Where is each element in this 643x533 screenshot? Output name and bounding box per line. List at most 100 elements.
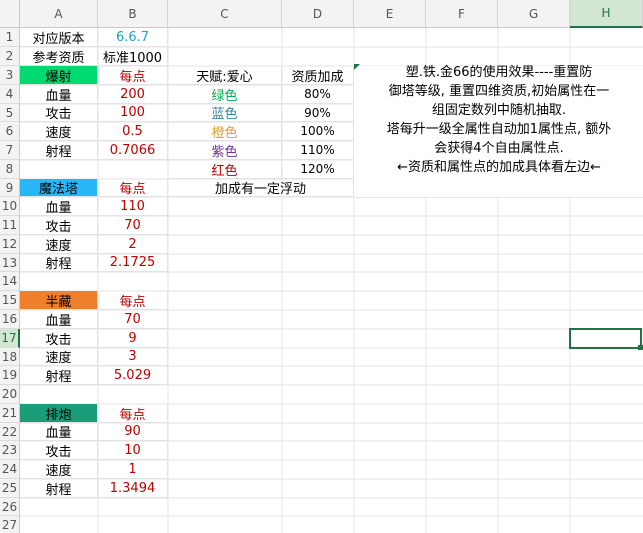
cell-stat-label[interactable]: 攻击 xyxy=(20,104,98,122)
cell-stat-label[interactable]: 射程 xyxy=(20,254,98,272)
cell-per-point[interactable]: 每点 xyxy=(98,179,168,197)
row-header[interactable]: 5 xyxy=(0,104,20,122)
cell-per-point[interactable]: 每点 xyxy=(98,291,168,310)
row-header[interactable]: 22 xyxy=(0,423,20,441)
row-header[interactable]: 26 xyxy=(0,498,20,516)
cell-per-point[interactable]: 每点 xyxy=(98,404,168,423)
cell-float-note[interactable]: 加成有一定浮动 xyxy=(168,179,354,197)
cell-version-value[interactable]: 6.6.7 xyxy=(98,28,168,47)
row-header[interactable]: 3 xyxy=(0,66,20,85)
cell-stat-label[interactable]: 血量 xyxy=(20,423,98,441)
cell-tower-name[interactable]: 半藏 xyxy=(20,291,98,310)
cell-stat-label[interactable]: 攻击 xyxy=(20,441,98,460)
row-header[interactable]: 7 xyxy=(0,141,20,160)
fill-handle[interactable] xyxy=(638,345,643,350)
column-header-c[interactable]: C xyxy=(168,0,282,28)
row-header[interactable]: 27 xyxy=(0,516,20,533)
row-header[interactable]: 19 xyxy=(0,366,20,385)
note-line: ←资质和属性点的加成具体看左边← xyxy=(397,160,601,175)
cell-tower-name[interactable]: 排炮 xyxy=(20,404,98,423)
cell-grade-purple[interactable]: 紫色 xyxy=(168,141,282,160)
cell-grade-red[interactable]: 红色 xyxy=(168,160,282,179)
column-header-e[interactable]: E xyxy=(354,0,426,28)
cell-grade-bonus[interactable]: 100% xyxy=(282,122,354,141)
column-header-g[interactable]: G xyxy=(498,0,570,28)
row-header[interactable]: 15 xyxy=(0,291,20,310)
cell-stat-label[interactable]: 速度 xyxy=(20,235,98,254)
cell-bonus-header[interactable]: 资质加成 xyxy=(282,66,354,85)
cell-stat-label[interactable]: 攻击 xyxy=(20,216,98,235)
cell-stat-value[interactable]: 110 xyxy=(98,197,168,216)
active-cell-selection[interactable] xyxy=(569,328,642,349)
column-header-b[interactable]: B xyxy=(98,0,168,28)
row-header[interactable]: 24 xyxy=(0,460,20,479)
cell-stat-value[interactable]: 3 xyxy=(98,348,168,366)
cell-stat-value[interactable]: 9 xyxy=(98,329,168,348)
row-header[interactable]: 2 xyxy=(0,47,20,66)
note-line: 御塔等级, 重置四维资质,初始属性在一 xyxy=(388,84,610,99)
cell-stat-value[interactable]: 2 xyxy=(98,235,168,254)
note-line: 塔每升一级全属性自动加1属性点, 额外 xyxy=(386,122,612,137)
cell-stat-label[interactable]: 血量 xyxy=(20,197,98,216)
cell-talent-header[interactable]: 天赋:爱心 xyxy=(168,66,282,85)
cell-stat-value[interactable]: 70 xyxy=(98,310,168,329)
cell-stat-value[interactable]: 70 xyxy=(98,216,168,235)
column-header-f[interactable]: F xyxy=(426,0,498,28)
row-header[interactable]: 18 xyxy=(0,348,20,366)
row-header[interactable]: 21 xyxy=(0,404,20,423)
cell-stat-value[interactable]: 200 xyxy=(98,85,168,104)
cell-stat-label[interactable]: 射程 xyxy=(20,366,98,385)
cell-stat-label[interactable]: 射程 xyxy=(20,141,98,160)
cell-per-point[interactable]: 每点 xyxy=(98,66,168,85)
cell-stat-value[interactable]: 2.1725 xyxy=(98,254,168,272)
cell-grade-bonus[interactable]: 80% xyxy=(282,85,354,104)
cell-grade-green[interactable]: 绿色 xyxy=(168,85,282,104)
cell-tower-name[interactable]: 魔法塔 xyxy=(20,179,98,197)
row-header[interactable]: 25 xyxy=(0,479,20,498)
cell-aptitude-label[interactable]: 参考资质 xyxy=(20,47,98,66)
cell-stat-value[interactable]: 5.029 xyxy=(98,366,168,385)
column-header-h[interactable]: H xyxy=(570,0,643,28)
row-header[interactable]: 14 xyxy=(0,272,20,291)
cell-stat-label[interactable]: 血量 xyxy=(20,310,98,329)
column-header-d[interactable]: D xyxy=(282,0,354,28)
row-header[interactable]: 9 xyxy=(0,179,20,197)
row-header[interactable]: 11 xyxy=(0,216,20,235)
cell-stat-label[interactable]: 血量 xyxy=(20,85,98,104)
row-header[interactable]: 12 xyxy=(0,235,20,254)
cell-grade-blue[interactable]: 蓝色 xyxy=(168,104,282,122)
cell-stat-value[interactable]: 100 xyxy=(98,104,168,122)
cell-grade-bonus[interactable]: 90% xyxy=(282,104,354,122)
cell-version-label[interactable]: 对应版本 xyxy=(20,28,98,47)
cell-aptitude-value[interactable]: 标准1000 xyxy=(98,47,168,66)
row-header[interactable]: 8 xyxy=(0,160,20,179)
note-line: 塑.铁.金66的使用效果----重置防 xyxy=(405,65,593,80)
cell-stat-value[interactable]: 10 xyxy=(98,441,168,460)
cell-grade-orange[interactable]: 橙色 xyxy=(168,122,282,141)
row-header[interactable]: 13 xyxy=(0,254,20,272)
row-header[interactable]: 16 xyxy=(0,310,20,329)
cell-stat-value[interactable]: 0.7066 xyxy=(98,141,168,160)
row-header[interactable]: 17 xyxy=(0,329,20,348)
row-header[interactable]: 1 xyxy=(0,28,20,47)
cell-stat-value[interactable]: 1 xyxy=(98,460,168,479)
cell-stat-label[interactable]: 射程 xyxy=(20,479,98,498)
note-text: 塑.铁.金66的使用效果----重置防 御塔等级, 重置四维资质,初始属性在一 … xyxy=(356,63,642,177)
cell-tower-name[interactable]: 爆射 xyxy=(20,66,98,85)
cell-stat-label[interactable]: 速度 xyxy=(20,348,98,366)
column-header-a[interactable]: A xyxy=(20,0,98,28)
cell-stat-value[interactable]: 1.3494 xyxy=(98,479,168,498)
cell-stat-value[interactable]: 0.5 xyxy=(98,122,168,141)
row-header[interactable]: 6 xyxy=(0,122,20,141)
cell-stat-label[interactable]: 攻击 xyxy=(20,329,98,348)
row-header[interactable]: 4 xyxy=(0,85,20,104)
cell-stat-value[interactable]: 90 xyxy=(98,423,168,441)
cell-grade-bonus[interactable]: 110% xyxy=(282,141,354,160)
cell-stat-label[interactable]: 速度 xyxy=(20,460,98,479)
row-header[interactable]: 20 xyxy=(0,385,20,404)
cell-stat-label[interactable]: 速度 xyxy=(20,122,98,141)
cell-grade-bonus[interactable]: 120% xyxy=(282,160,354,179)
row-header[interactable]: 10 xyxy=(0,197,20,216)
row-header[interactable]: 23 xyxy=(0,441,20,460)
select-all-corner[interactable] xyxy=(0,0,20,28)
